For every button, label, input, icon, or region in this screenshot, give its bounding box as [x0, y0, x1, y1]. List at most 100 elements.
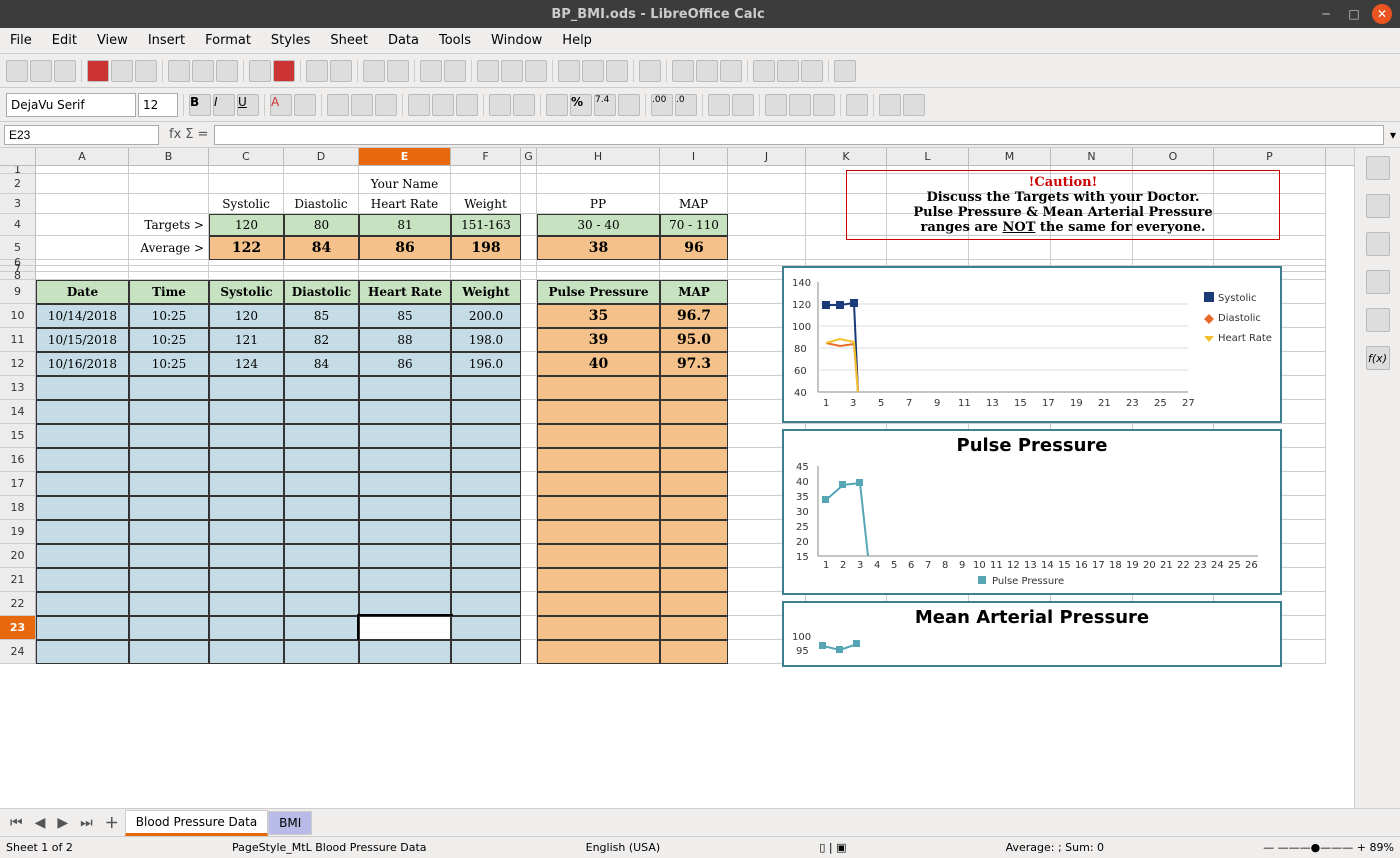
cell[interactable] [129, 194, 209, 214]
cell[interactable] [284, 496, 359, 520]
gear-icon[interactable] [1366, 156, 1390, 180]
menu-view[interactable]: View [97, 33, 128, 48]
cell[interactable] [537, 376, 660, 400]
cell[interactable] [209, 640, 284, 664]
column-headers[interactable]: A B C D E F G H I J K L M N O P [0, 148, 1354, 166]
cell[interactable] [660, 174, 728, 194]
name-box[interactable] [4, 125, 159, 145]
cell[interactable] [728, 194, 806, 214]
cell[interactable] [537, 496, 660, 520]
cell[interactable] [451, 448, 521, 472]
italic-icon[interactable]: I [213, 94, 235, 116]
cell[interactable] [537, 592, 660, 616]
cell[interactable]: 80 [284, 214, 359, 236]
currency-icon[interactable] [546, 94, 568, 116]
cell[interactable] [129, 496, 209, 520]
cell[interactable] [36, 472, 129, 496]
del-decimal-icon[interactable]: .0 [675, 94, 697, 116]
cell[interactable] [359, 592, 451, 616]
cell[interactable] [521, 424, 537, 448]
row-header[interactable]: 16 [0, 448, 36, 472]
cell[interactable] [451, 400, 521, 424]
cell[interactable] [451, 592, 521, 616]
align-right-icon[interactable] [375, 94, 397, 116]
cell[interactable] [284, 174, 359, 194]
status-zoom[interactable]: — ———●——— + 89% [1263, 841, 1394, 854]
cell[interactable] [521, 472, 537, 496]
cell[interactable] [521, 592, 537, 616]
cell[interactable] [537, 174, 660, 194]
cell[interactable] [129, 568, 209, 592]
cell[interactable] [209, 166, 284, 174]
row-header[interactable]: 8 [0, 272, 36, 280]
special-char-icon[interactable] [639, 60, 661, 82]
cell[interactable] [451, 166, 521, 174]
cell[interactable] [521, 376, 537, 400]
cell[interactable] [284, 472, 359, 496]
row-header[interactable]: 21 [0, 568, 36, 592]
border-style-icon[interactable] [789, 94, 811, 116]
headers-icon[interactable] [720, 60, 742, 82]
cell[interactable] [284, 376, 359, 400]
cell[interactable] [284, 166, 359, 174]
cell[interactable]: MAP [660, 280, 728, 304]
cell[interactable]: Heart Rate [359, 280, 451, 304]
cell[interactable]: 200.0 [451, 304, 521, 328]
autofilter-icon[interactable] [525, 60, 547, 82]
date-icon[interactable] [618, 94, 640, 116]
cell[interactable] [521, 520, 537, 544]
cell[interactable] [36, 400, 129, 424]
row-header[interactable]: 24 [0, 640, 36, 664]
cell[interactable] [129, 166, 209, 174]
spellcheck-icon[interactable] [387, 60, 409, 82]
cell[interactable] [209, 472, 284, 496]
chart-icon[interactable] [582, 60, 604, 82]
cell[interactable]: 85 [284, 304, 359, 328]
cell[interactable]: 86 [359, 236, 451, 260]
autoformat-icon[interactable] [846, 94, 868, 116]
cell[interactable] [521, 352, 537, 376]
cell[interactable]: Systolic [209, 194, 284, 214]
window-icon[interactable] [801, 60, 823, 82]
sheet-tab-bmi[interactable]: BMI [268, 811, 312, 835]
cell[interactable] [537, 424, 660, 448]
cell[interactable] [36, 166, 129, 174]
cell[interactable]: 124 [209, 352, 284, 376]
draw-icon[interactable] [834, 60, 856, 82]
indent-inc-icon[interactable] [732, 94, 754, 116]
cell[interactable] [359, 424, 451, 448]
sort-asc-icon[interactable] [477, 60, 499, 82]
properties-icon[interactable] [1366, 194, 1390, 218]
cell[interactable]: Systolic [209, 280, 284, 304]
cell[interactable] [660, 496, 728, 520]
cell[interactable]: PP [537, 194, 660, 214]
cell[interactable] [36, 568, 129, 592]
cell[interactable] [521, 214, 537, 236]
cell[interactable]: 30 - 40 [537, 214, 660, 236]
cell[interactable] [451, 520, 521, 544]
cell[interactable] [284, 400, 359, 424]
cell[interactable]: 82 [284, 328, 359, 352]
align-left-icon[interactable] [327, 94, 349, 116]
cell[interactable] [521, 236, 537, 260]
font-color-icon[interactable]: A [270, 94, 292, 116]
cell[interactable] [129, 424, 209, 448]
cell[interactable] [284, 424, 359, 448]
sort-desc-icon[interactable] [501, 60, 523, 82]
cell[interactable] [521, 272, 537, 280]
cell[interactable] [537, 272, 660, 280]
wrap-icon[interactable] [489, 94, 511, 116]
cell[interactable] [36, 272, 129, 280]
cell[interactable] [36, 544, 129, 568]
cell[interactable] [359, 166, 451, 174]
cell[interactable] [451, 568, 521, 592]
row-header[interactable]: 9 [0, 280, 36, 304]
find-icon[interactable] [363, 60, 385, 82]
cell[interactable] [521, 166, 537, 174]
cell[interactable]: Time [129, 280, 209, 304]
align-center-icon[interactable] [351, 94, 373, 116]
borders-icon[interactable] [765, 94, 787, 116]
cell[interactable] [537, 568, 660, 592]
open-icon[interactable] [30, 60, 52, 82]
cell[interactable] [209, 448, 284, 472]
